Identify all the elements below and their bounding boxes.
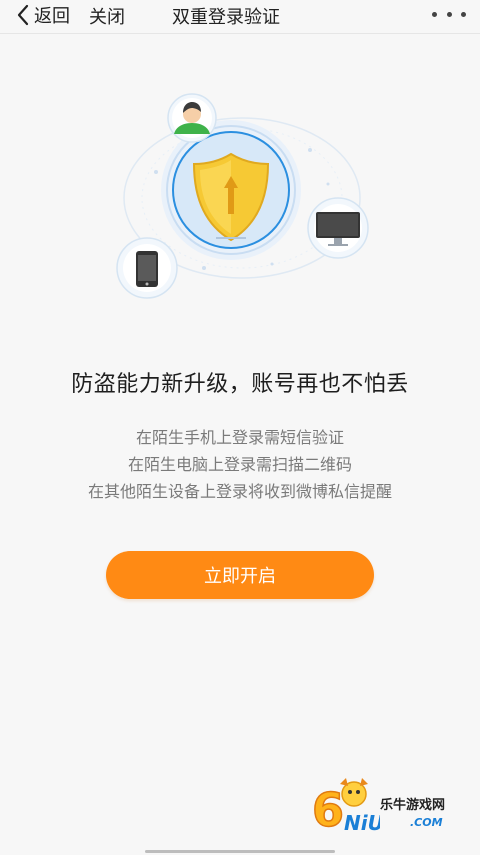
- page-title: 双重登录验证: [172, 7, 280, 28]
- decor-dot: [270, 262, 274, 266]
- watermark-site-name: 乐牛游戏网: [380, 798, 446, 813]
- more-options-button[interactable]: [432, 2, 466, 26]
- monitor-icon: [307, 197, 369, 259]
- close-button[interactable]: 关闭: [89, 3, 125, 29]
- decor-dot: [202, 266, 206, 270]
- decor-dot: [154, 170, 158, 174]
- back-label: 返回: [34, 6, 70, 27]
- decor-dot: [326, 182, 330, 186]
- more-dot-icon: [461, 11, 466, 17]
- phone-icon: [116, 237, 178, 299]
- navigation-bar: 返回 关闭 双重登录验证: [0, 0, 480, 34]
- enable-now-button[interactable]: 立即开启: [106, 551, 374, 599]
- more-dot-icon: [432, 11, 437, 17]
- description-line: 在其他陌生设备上登录将收到微博私信提醒: [87, 482, 392, 501]
- description-line: 在陌生电脑上登录需扫描二维码: [127, 455, 352, 474]
- shield-icon: [161, 120, 301, 260]
- decor-dot: [308, 148, 312, 152]
- headline: 防盗能力新升级，账号再也不怕丢: [71, 372, 409, 397]
- description-line: 在陌生手机上登录需短信验证: [135, 428, 344, 447]
- svg-text:6: 6: [312, 783, 344, 834]
- user-avatar-icon: [167, 93, 217, 143]
- security-illustration: [116, 93, 369, 299]
- chevron-left-icon: [17, 4, 29, 26]
- watermark-domain: .COM: [410, 816, 443, 829]
- back-button[interactable]: 返回: [14, 3, 70, 27]
- home-indicator[interactable]: [145, 850, 335, 853]
- svg-text:NiU: NiU: [344, 811, 380, 834]
- site-watermark: 6 NiU 乐牛游戏网 .COM: [310, 774, 460, 834]
- more-dot-icon: [446, 11, 452, 17]
- watermark-logo-icon: 6 NiU: [311, 778, 380, 834]
